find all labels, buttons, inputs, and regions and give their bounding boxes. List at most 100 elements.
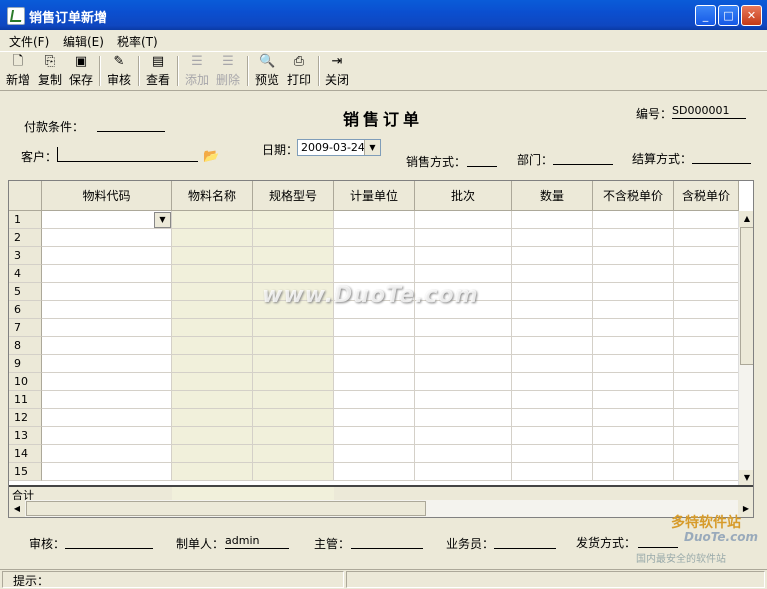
row-header[interactable]: 8: [9, 337, 42, 355]
scroll-thumb[interactable]: [740, 227, 753, 365]
view-button[interactable]: ▤ 查看: [144, 54, 172, 88]
grid-cell[interactable]: [593, 283, 674, 301]
grid-cell[interactable]: [253, 427, 334, 445]
scroll-up-icon[interactable]: ▲: [739, 211, 753, 227]
grid-cell[interactable]: [172, 391, 253, 409]
vertical-scrollbar[interactable]: ▲ ▼: [738, 211, 753, 486]
row-header[interactable]: 4: [9, 265, 42, 283]
grid-cell[interactable]: [415, 337, 512, 355]
payment-terms-input[interactable]: [97, 117, 165, 132]
grid-cell[interactable]: [253, 247, 334, 265]
grid-cell[interactable]: [172, 445, 253, 463]
grid-cell[interactable]: [334, 247, 415, 265]
grid-cell[interactable]: [593, 229, 674, 247]
grid-cell[interactable]: [172, 373, 253, 391]
row-header[interactable]: 13: [9, 427, 42, 445]
grid-cell[interactable]: [593, 319, 674, 337]
close-button[interactable]: ⇥ 关闭: [323, 54, 351, 88]
preview-button[interactable]: 🔍 预览: [253, 54, 281, 88]
grid-cell[interactable]: [593, 247, 674, 265]
grid-cell[interactable]: [42, 355, 172, 373]
grid-cell[interactable]: [674, 445, 739, 463]
grid-cell[interactable]: [415, 463, 512, 481]
menu-edit[interactable]: 编辑(E): [63, 33, 104, 50]
review-button[interactable]: ✎ 审核: [105, 54, 133, 88]
grid-cell[interactable]: [42, 445, 172, 463]
grid-cell[interactable]: [334, 319, 415, 337]
grid-cell[interactable]: [674, 265, 739, 283]
customer-input[interactable]: [57, 147, 198, 162]
grid-cell[interactable]: [512, 247, 593, 265]
row-header[interactable]: 1: [9, 211, 42, 229]
grid-cell[interactable]: [674, 409, 739, 427]
row-header[interactable]: 3: [9, 247, 42, 265]
grid-cell[interactable]: [512, 265, 593, 283]
grid-cell[interactable]: [172, 229, 253, 247]
maximize-button[interactable]: □: [718, 5, 739, 26]
grid-cell[interactable]: [512, 409, 593, 427]
delete-row-button[interactable]: ☰ 删除: [214, 54, 242, 88]
chevron-down-icon[interactable]: ▼: [364, 140, 380, 155]
grid-cell[interactable]: [42, 265, 172, 283]
grid-cell[interactable]: [253, 319, 334, 337]
grid-cell[interactable]: [593, 301, 674, 319]
number-field[interactable]: SD000001: [672, 104, 746, 119]
print-button[interactable]: ⎙ 打印: [285, 54, 313, 88]
row-header[interactable]: 9: [9, 355, 42, 373]
grid-cell[interactable]: [593, 373, 674, 391]
grid-cell[interactable]: [512, 427, 593, 445]
grid-cell[interactable]: [674, 229, 739, 247]
grid-cell[interactable]: [512, 445, 593, 463]
grid-cell[interactable]: [172, 211, 253, 229]
grid-cell[interactable]: [415, 427, 512, 445]
grid-cell[interactable]: [674, 301, 739, 319]
grid-cell[interactable]: [172, 265, 253, 283]
grid-cell[interactable]: [674, 373, 739, 391]
grid-cell[interactable]: [253, 391, 334, 409]
column-header-unit[interactable]: 计量单位: [334, 181, 415, 211]
grid-cell[interactable]: [42, 427, 172, 445]
grid-cell[interactable]: [415, 319, 512, 337]
row-header[interactable]: 10: [9, 373, 42, 391]
grid-cell[interactable]: [674, 283, 739, 301]
row-header[interactable]: 6: [9, 301, 42, 319]
row-header[interactable]: 12: [9, 409, 42, 427]
grid-cell[interactable]: [512, 319, 593, 337]
grid-cell[interactable]: [253, 463, 334, 481]
date-picker[interactable]: 2009-03-24 ▼: [297, 139, 381, 156]
grid-cell[interactable]: [674, 211, 739, 229]
column-header-material-name[interactable]: 物料名称: [172, 181, 253, 211]
grid-cell[interactable]: [415, 409, 512, 427]
grid-cell[interactable]: [593, 337, 674, 355]
row-header[interactable]: 2: [9, 229, 42, 247]
grid-cell[interactable]: [415, 229, 512, 247]
grid-cell[interactable]: [42, 337, 172, 355]
grid-cell[interactable]: [593, 445, 674, 463]
grid-cell[interactable]: [334, 211, 415, 229]
column-header-material-code[interactable]: 物料代码: [42, 181, 172, 211]
grid-cell[interactable]: [593, 391, 674, 409]
scroll-down-icon[interactable]: ▼: [739, 470, 753, 486]
grid-cell[interactable]: [415, 211, 512, 229]
grid-cell[interactable]: [512, 301, 593, 319]
grid-cell[interactable]: [172, 409, 253, 427]
grid-cell[interactable]: [172, 463, 253, 481]
new-button[interactable]: 🗋 新增: [4, 54, 32, 88]
grid-cell[interactable]: [674, 391, 739, 409]
grid-cell[interactable]: [172, 427, 253, 445]
grid-cell[interactable]: [334, 445, 415, 463]
grid-cell[interactable]: [334, 265, 415, 283]
grid-cell[interactable]: [334, 427, 415, 445]
salesman-input[interactable]: [494, 534, 556, 549]
grid-cell[interactable]: [674, 319, 739, 337]
grid-cell[interactable]: [172, 247, 253, 265]
grid-cell[interactable]: [42, 373, 172, 391]
grid-cell[interactable]: [415, 391, 512, 409]
grid-cell[interactable]: [415, 355, 512, 373]
grid-cell[interactable]: [593, 463, 674, 481]
save-button[interactable]: ▣ 保存: [67, 54, 95, 88]
grid-cell[interactable]: [334, 391, 415, 409]
grid-cell[interactable]: [42, 409, 172, 427]
row-header[interactable]: 7: [9, 319, 42, 337]
grid-cell[interactable]: [172, 283, 253, 301]
